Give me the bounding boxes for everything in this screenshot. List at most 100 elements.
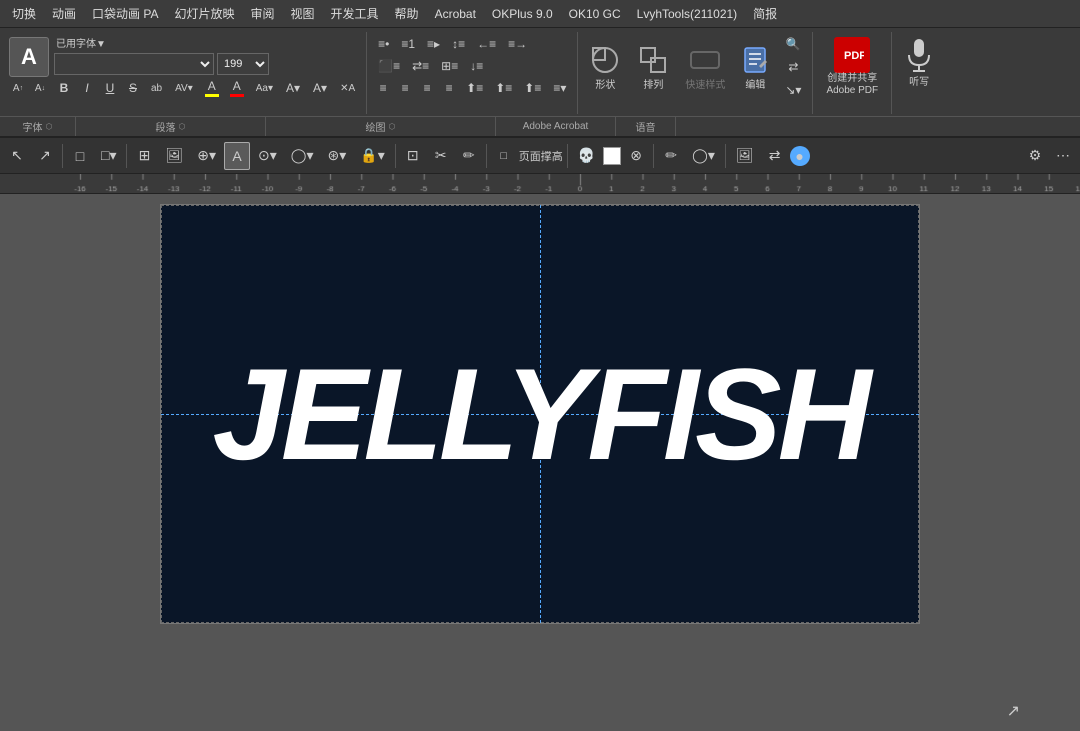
arrange-button[interactable]: 排列 — [632, 41, 674, 94]
menu-lvyhtools[interactable]: LvyhTools(211021) — [629, 3, 746, 25]
font-size-select[interactable]: 199 — [217, 53, 269, 75]
no-fill-button[interactable]: ⊗ — [623, 142, 649, 170]
menu-devtools[interactable]: 开发工具 — [323, 1, 387, 26]
find-button[interactable]: 🔍 — [780, 34, 806, 54]
select-poly-button[interactable]: □▾ — [95, 142, 122, 170]
shape-draw-button[interactable]: ◯▾ — [686, 142, 721, 170]
quick-style-button[interactable]: 快速样式 — [680, 41, 730, 94]
more-button[interactable]: ⋯ — [1050, 142, 1076, 170]
arrow-select-button[interactable]: ↗ — [32, 142, 58, 170]
smartart-indent-button[interactable]: ↓≡ — [465, 56, 488, 76]
align-left-button[interactable]: ⬛≡ — [373, 56, 405, 76]
photo-button[interactable]: 🖼 — [730, 142, 760, 170]
font-case-button[interactable]: Aa▾ — [251, 78, 278, 98]
select-button[interactable]: ↘▾ — [780, 80, 806, 100]
menu-acrobat[interactable]: Acrobat — [427, 3, 484, 25]
line-spacing-button[interactable]: ↕≡ — [447, 34, 470, 54]
menu-jianbao[interactable]: 简报 — [745, 1, 785, 26]
clear-format-button[interactable]: ✕A — [335, 78, 360, 98]
columns-button[interactable]: ⊞≡ — [436, 56, 463, 76]
adobe-pdf-icon: PDF — [834, 37, 870, 73]
indent-increase-button[interactable]: ≡→ — [503, 34, 532, 54]
font-big-a-button[interactable]: A — [9, 37, 49, 77]
edit-button[interactable]: 编辑 — [736, 41, 774, 94]
para-section-label[interactable]: 段落 ⬡ — [76, 117, 266, 136]
font-large-button[interactable]: A▾ — [281, 78, 305, 98]
shadow-button[interactable]: ab — [146, 78, 167, 98]
image-button[interactable]: 🖼 — [159, 142, 189, 170]
crop-button[interactable]: ✂ — [428, 142, 454, 170]
voice-section-label[interactable]: 语音 — [616, 117, 676, 136]
settings-button[interactable]: ⚙ — [1022, 142, 1048, 170]
font-section-label[interactable]: 字体 ⬡ — [0, 117, 76, 136]
dictate-button[interactable]: 听写 — [900, 34, 938, 91]
align-top-button[interactable]: ⬆≡ — [461, 78, 488, 98]
create-pdf-button[interactable]: PDF 创建并共享Adobe PDF — [821, 34, 883, 100]
menu-view[interactable]: 视图 — [283, 1, 323, 26]
shapes-button[interactable]: 形状 — [584, 41, 626, 94]
list-number-button[interactable]: ≡1 — [396, 34, 420, 54]
list-bullet-button[interactable]: ≡• — [373, 34, 394, 54]
spacing-button[interactable]: AV▾ — [170, 78, 198, 98]
jellyfish-text[interactable]: JELLYFISH — [212, 349, 867, 479]
replace-button[interactable]: ⇄ — [780, 57, 806, 77]
font-small-button[interactable]: A▾ — [308, 78, 332, 98]
select-rect-button[interactable]: □ — [67, 142, 93, 170]
align-middle-button[interactable]: ⬆≡ — [490, 78, 517, 98]
slide-canvas[interactable]: JELLYFISH — [160, 204, 920, 624]
effect-button[interactable]: 🔒▾ — [354, 142, 390, 170]
menu-help[interactable]: 帮助 — [387, 1, 427, 26]
canvas-area[interactable]: JELLYFISH ↗ — [0, 194, 1080, 731]
list-outline-button[interactable]: ≡▸ — [422, 34, 445, 54]
justify-button[interactable]: ≡ — [439, 78, 459, 98]
underline-button[interactable]: U — [100, 78, 120, 98]
transform-button[interactable]: ⊡ — [400, 142, 426, 170]
already-used-label[interactable]: 已用字体▼ — [54, 34, 360, 51]
checkbox-toggle[interactable]: □ — [491, 142, 517, 170]
pen-button[interactable]: ✏ — [456, 142, 482, 170]
align-right-button[interactable]: ≡ — [417, 78, 437, 98]
media-button[interactable]: ⊙▾ — [252, 142, 283, 170]
insert-button[interactable]: ⊕▾ — [191, 142, 222, 170]
pointer-button[interactable]: ↖ — [4, 142, 30, 170]
align-center-button[interactable]: ≡ — [395, 78, 415, 98]
menu-review[interactable]: 审阅 — [243, 1, 283, 26]
font-size-up-button[interactable]: A↑ — [8, 79, 28, 99]
font-color-button[interactable]: A — [226, 77, 248, 99]
font-name-select[interactable] — [54, 53, 214, 75]
circle-button[interactable]: ● — [790, 146, 810, 166]
align-left2-button[interactable]: ≡ — [373, 78, 393, 98]
bold-button[interactable]: B — [54, 78, 74, 98]
swap-button[interactable]: ⇄ — [762, 142, 788, 170]
edit-icon — [741, 44, 769, 76]
text-direction-button[interactable]: ⇄≡ — [407, 56, 434, 76]
highlight-color-button[interactable]: A — [201, 77, 223, 99]
text-button[interactable]: A — [224, 142, 250, 170]
adobe-section-label[interactable]: Adobe Acrobat — [496, 117, 616, 136]
table-button[interactable]: ⊞ — [131, 142, 157, 170]
mic-icon — [905, 37, 933, 73]
shapes-label: 形状 — [595, 76, 615, 91]
indent-decrease-button[interactable]: ←≡ — [472, 34, 501, 54]
text-options-button[interactable]: ≡▾ — [548, 78, 571, 98]
italic-button[interactable]: I — [77, 78, 97, 98]
menu-ok10gc[interactable]: OK10 GC — [561, 3, 629, 25]
para-row3: ≡ ≡ ≡ ≡ ⬆≡ ⬆≡ ⬆≡ ≡▾ — [373, 78, 571, 98]
align-bottom-button[interactable]: ⬆≡ — [519, 78, 546, 98]
font-size-down-button[interactable]: A↓ — [30, 79, 50, 99]
strikethrough-button[interactable]: S — [123, 78, 143, 98]
dictate-label: 听写 — [909, 73, 929, 88]
menu-okplus[interactable]: OKPlus 9.0 — [484, 3, 561, 25]
draw-section: 形状 排列 快速样式 — [578, 32, 813, 114]
menu-slideshow[interactable]: 幻灯片放映 — [166, 1, 242, 26]
menu-pocket[interactable]: 口袋动画 PA — [84, 1, 166, 26]
white-box-button[interactable] — [603, 147, 621, 165]
highlight-swatch — [205, 94, 219, 97]
stroke-button[interactable]: ⊛▾ — [322, 142, 353, 170]
skull-button[interactable]: 💀 — [572, 142, 601, 170]
fill-button[interactable]: ◯▾ — [285, 142, 320, 170]
draw-section-label[interactable]: 绘图 ⬡ — [266, 117, 496, 136]
menu-donghua[interactable]: 动画 — [44, 1, 84, 26]
pencil-button[interactable]: ✏ — [658, 142, 684, 170]
menu-qiehuan[interactable]: 切换 — [4, 1, 44, 26]
